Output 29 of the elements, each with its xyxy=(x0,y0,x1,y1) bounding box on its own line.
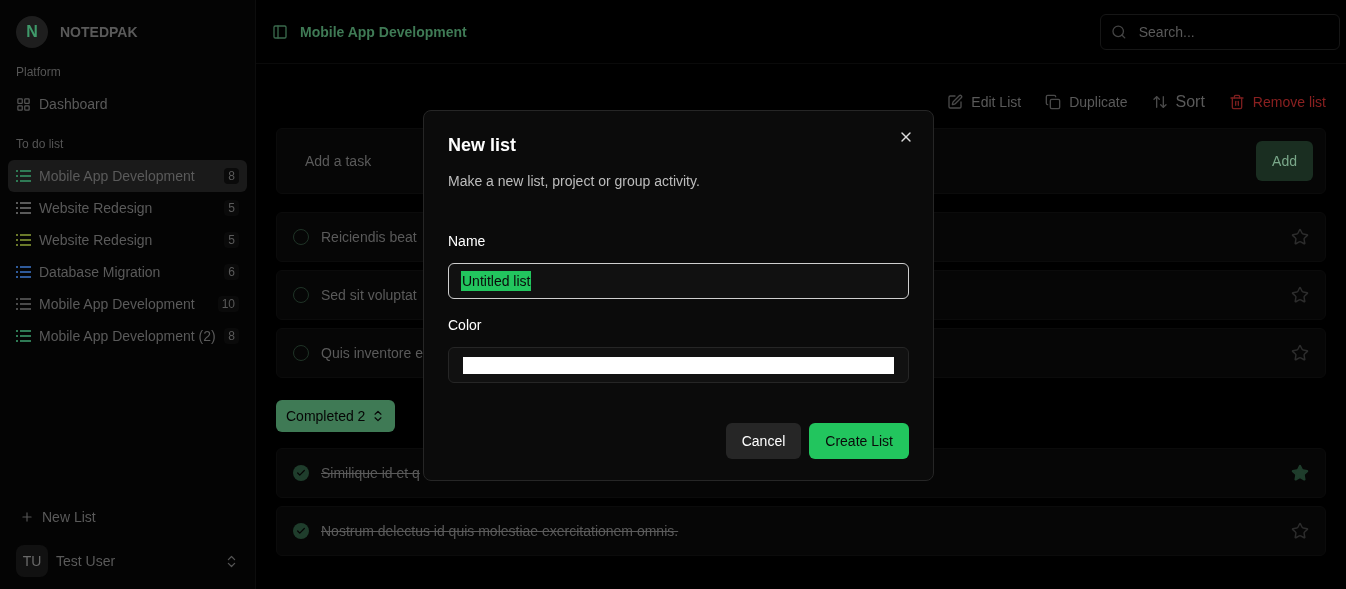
sidebar-item-label: Mobile App Development xyxy=(39,295,196,314)
sidebar-item-label: Mobile App Development (2) xyxy=(39,327,217,346)
item-count: 6 xyxy=(224,264,239,280)
task-text: Quis inventore e xyxy=(321,344,423,363)
page-title: Mobile App Development xyxy=(300,22,467,42)
user-name: Test User xyxy=(56,552,117,571)
item-count: 5 xyxy=(224,200,239,216)
sidebar-item-label: Website Redesign xyxy=(39,231,154,250)
task-text: Nostrum delectus id quis molestiae exercitationem omnis. xyxy=(321,522,679,541)
field-label: Color xyxy=(448,316,483,335)
task-text: Sed sit voluptat xyxy=(321,286,417,305)
section-title: To do list xyxy=(15,136,65,152)
sidebar-item-label: Database Migration xyxy=(39,263,162,282)
app-name: NOTEDPAK xyxy=(60,23,138,42)
section-title: Platform xyxy=(15,64,62,80)
dialog-description: Make a new list, project or group activity. xyxy=(448,172,701,191)
task-text: Reiciendis beat xyxy=(321,228,417,247)
sidebar-item-label: Website Redesign xyxy=(39,199,154,218)
item-count: 8 xyxy=(224,168,239,184)
field-label: Name xyxy=(448,232,487,251)
sidebar-item-label: Mobile App Development xyxy=(39,167,196,186)
sidebar-item-label: Dashboard xyxy=(39,95,109,114)
item-count: 5 xyxy=(224,232,239,248)
task-text: Similique id et q xyxy=(321,464,420,483)
app-logo: N xyxy=(16,16,48,48)
user-avatar: TU xyxy=(16,545,48,577)
item-count: 8 xyxy=(224,328,239,344)
item-count: 10 xyxy=(217,296,239,312)
dialog-title: New list xyxy=(448,134,517,157)
